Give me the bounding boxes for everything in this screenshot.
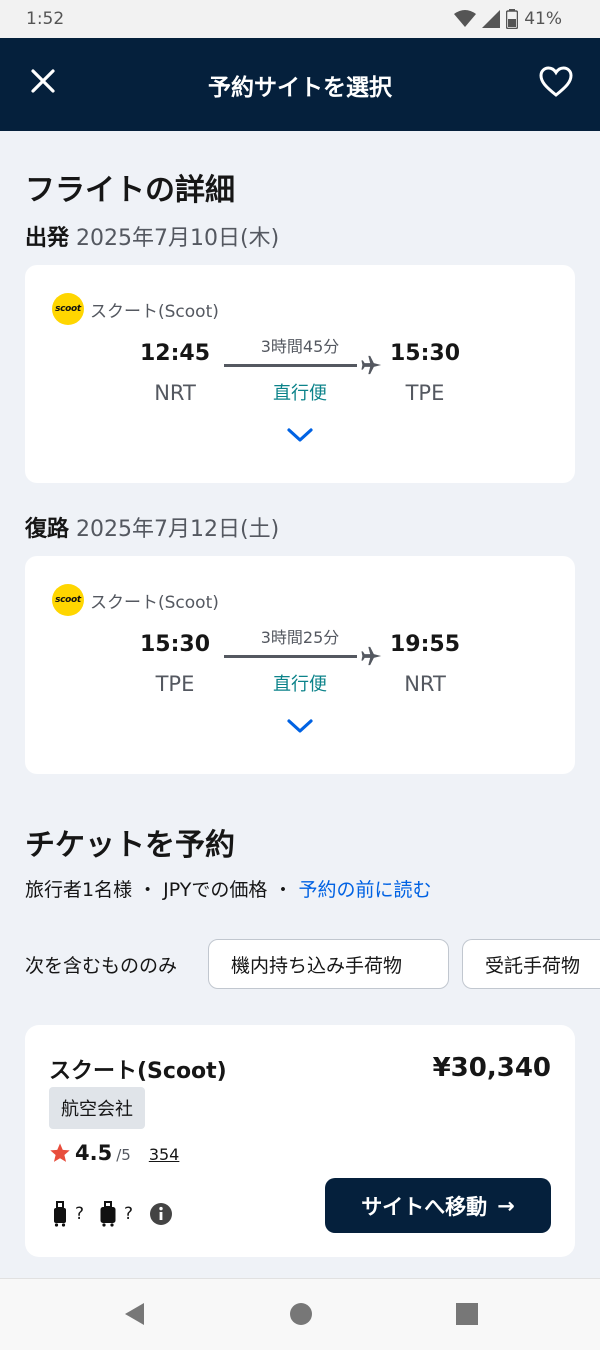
inbound-flight-card[interactable]: scoot スクート(Scoot) 15:30 TPE 3時間25分 直行便 1… <box>25 556 575 774</box>
cabin-bag-status: ? <box>75 1204 85 1224</box>
recents-square-icon[interactable] <box>454 1301 480 1327</box>
inbound-label: 復路 <box>25 517 70 542</box>
flight-duration: 3時間25分 <box>260 628 340 647</box>
chip-label: 受託手荷物 <box>485 954 581 977</box>
departure-airport: TPE <box>155 672 195 696</box>
status-time: 1:52 <box>26 9 65 29</box>
back-triangle-icon[interactable] <box>122 1301 148 1327</box>
offer-price: ¥30,340 <box>432 1053 551 1083</box>
app-header: 予約サイトを選択 <box>0 38 600 131</box>
outbound-header: 出発 2025年7月10日(木) <box>25 220 279 252</box>
outbound-flight-card[interactable]: scoot スクート(Scoot) 12:45 NRT 3時間45分 直行便 1… <box>25 265 575 483</box>
arrival-airport: TPE <box>405 381 445 405</box>
direct-flight-label: 直行便 <box>273 674 327 695</box>
airline-row: scoot スクート(Scoot) <box>52 293 219 325</box>
review-count-link[interactable]: 354 <box>149 1145 180 1164</box>
rating-max: /5 <box>116 1146 131 1164</box>
checked-bag-filter-chip[interactable]: 受託手荷物 <box>462 939 600 989</box>
departure-airport: NRT <box>154 381 196 405</box>
passenger-price-info: 旅行者1名様 ・ JPYでの価格 ・ <box>25 879 299 901</box>
inbound-date: 2025年7月12日(土) <box>76 517 280 542</box>
home-circle-icon[interactable] <box>288 1301 314 1327</box>
battery-icon <box>506 9 519 29</box>
airline-name: スクート(Scoot) <box>90 301 219 322</box>
baggage-info: ? ? <box>51 1201 173 1227</box>
departure-time: 15:30 <box>139 632 211 657</box>
scoot-logo: scoot <box>52 293 84 325</box>
chip-label: 機内持ち込み手荷物 <box>231 954 403 977</box>
rating-score: 4.5 <box>75 1141 113 1165</box>
status-bar: 1:52 41% <box>0 0 600 38</box>
system-nav-bar <box>0 1278 600 1350</box>
chevron-down-icon[interactable] <box>285 425 315 445</box>
read-before-booking-link[interactable]: 予約の前に読む <box>299 879 432 901</box>
arrival-time: 19:55 <box>389 632 461 657</box>
airline-name: スクート(Scoot) <box>90 592 219 613</box>
go-to-site-label: サイトへ移動 <box>361 1194 488 1219</box>
info-icon[interactable] <box>149 1202 173 1226</box>
filter-label: 次を含むもののみ <box>25 955 178 977</box>
checked-bag-icon <box>100 1201 116 1227</box>
route-line <box>224 655 357 658</box>
heart-icon[interactable] <box>538 64 574 100</box>
status-icons: 41% <box>454 9 562 29</box>
outbound-date: 2025年7月10日(木) <box>76 226 280 251</box>
offer-card: スクート(Scoot) ¥30,340 航空会社 4.5 /5 354 ? ? … <box>25 1025 575 1257</box>
provider-rating: 4.5 /5 354 <box>49 1141 179 1165</box>
booking-heading: チケットを予約 <box>25 828 235 863</box>
cabin-bag-filter-chip[interactable]: 機内持ち込み手荷物 <box>208 939 449 989</box>
flight-details-heading: フライトの詳細 <box>25 173 235 208</box>
cell-signal-icon <box>482 10 501 28</box>
wifi-icon <box>454 10 477 27</box>
airline-row: scoot スクート(Scoot) <box>52 584 219 616</box>
arrival-time: 15:30 <box>389 341 461 366</box>
provider-name: スクート(Scoot) <box>49 1059 227 1084</box>
outbound-label: 出発 <box>25 226 70 251</box>
route-line <box>224 364 357 367</box>
arrow-right-icon: → <box>497 1193 515 1218</box>
arrival-airport: NRT <box>404 672 446 696</box>
cabin-bag-icon <box>54 1201 66 1227</box>
direct-flight-label: 直行便 <box>273 383 327 404</box>
departure-time: 12:45 <box>139 341 211 366</box>
star-icon <box>50 1143 70 1162</box>
chevron-down-icon[interactable] <box>285 716 315 736</box>
provider-type-badge: 航空会社 <box>49 1087 145 1129</box>
page-title: 予約サイトを選択 <box>208 75 392 101</box>
battery-percent: 41% <box>524 9 562 29</box>
inbound-header: 復路 2025年7月12日(土) <box>25 511 279 543</box>
scoot-logo: scoot <box>52 584 84 616</box>
passenger-info: 旅行者1名様 ・ JPYでの価格 ・ 予約の前に読む <box>25 875 432 902</box>
checked-bag-status: ? <box>124 1204 134 1224</box>
flight-duration: 3時間45分 <box>260 337 340 356</box>
go-to-site-button[interactable]: サイトへ移動 → <box>325 1178 551 1233</box>
